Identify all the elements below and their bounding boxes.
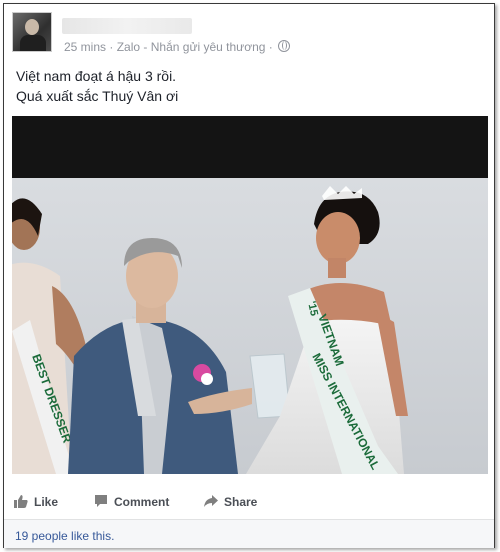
meta-separator-2: · [268, 40, 273, 54]
post-app-subtitle: Nhắn gửi yêu thương [150, 40, 266, 54]
post-actions: Like Comment Share [12, 490, 482, 514]
share-button[interactable]: Share [204, 494, 257, 509]
share-label: Share [224, 495, 258, 509]
thumbs-up-icon [14, 495, 28, 508]
post-header: 25 mins · Zalo - Nhắn gửi yêu thương · [12, 12, 482, 56]
post-meta: 25 mins · Zalo - Nhắn gửi yêu thương · [64, 40, 291, 54]
share-icon [204, 495, 218, 507]
likes-summary[interactable]: 19 people like this. [15, 529, 114, 543]
post-card: 25 mins · Zalo - Nhắn gửi yêu thương · V… [3, 3, 495, 548]
meta-dash: - [143, 40, 148, 54]
post-text-line-2: Quá xuất sắc Thuý Vân ơi [16, 88, 179, 104]
like-button[interactable]: Like [14, 494, 58, 509]
post-time[interactable]: 25 mins [64, 40, 106, 54]
post-app[interactable]: Zalo [117, 40, 140, 54]
comment-label: Comment [114, 495, 170, 509]
comment-button[interactable]: Comment [94, 494, 169, 509]
photo-illustration: BEST DRESSER '15 VIETNAM MISS INTERNATIO… [12, 116, 488, 474]
post-text: Việt nam đoạt á hậu 3 rồi. Quá xuất sắc … [16, 66, 178, 106]
meta-separator: · [109, 40, 114, 54]
post-photo[interactable]: BEST DRESSER '15 VIETNAM MISS INTERNATIO… [12, 116, 488, 474]
photo-top-band [12, 116, 488, 178]
author-name-redacted [62, 18, 192, 34]
like-label: Like [34, 495, 59, 509]
globe-icon[interactable] [278, 40, 291, 52]
post-text-line-1: Việt nam đoạt á hậu 3 rồi. [16, 68, 177, 84]
avatar[interactable] [12, 12, 52, 52]
avatar-body [20, 35, 46, 51]
comment-icon [95, 495, 107, 507]
avatar-head [25, 19, 39, 35]
likes-summary-bar: 19 people like this. [4, 519, 494, 548]
